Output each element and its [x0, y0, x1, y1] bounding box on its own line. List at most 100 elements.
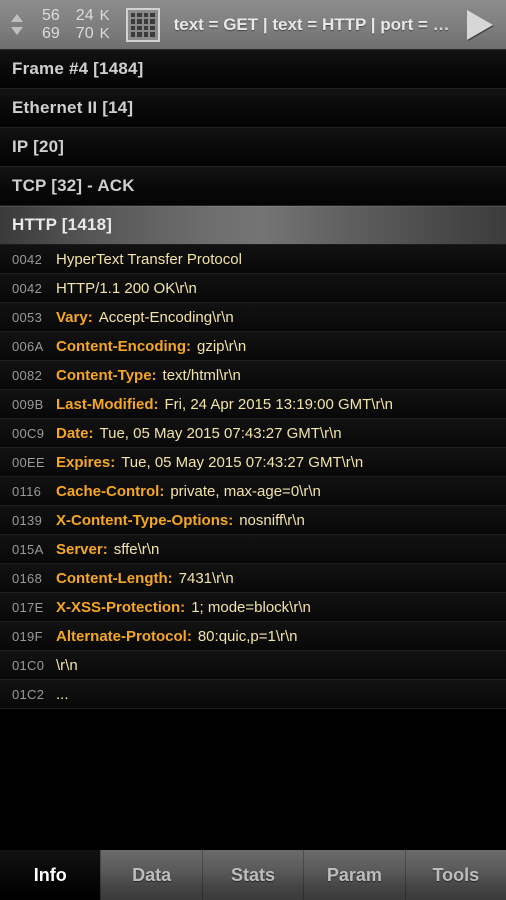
- protocol-section-ethernet[interactable]: Ethernet II [14]: [0, 89, 506, 128]
- protocol-section-ip[interactable]: IP [20]: [0, 128, 506, 167]
- row-offset: 0168: [12, 570, 43, 586]
- protocol-section-label: HTTP [1418]: [12, 215, 113, 234]
- filter-expression[interactable]: text = GET | text = HTTP | port = …: [174, 15, 454, 35]
- detail-row[interactable]: 00C9 Date: Tue, 05 May 2015 07:43:27 GMT\…: [0, 419, 506, 448]
- tab-label: Stats: [231, 864, 276, 885]
- bytes-current: 24: [75, 6, 94, 24]
- detail-row[interactable]: 0042 HTTP/1.1 200 OK\r\n: [0, 274, 506, 303]
- row-value: HTTP/1.1 200 OK\r\n: [56, 279, 197, 297]
- detail-row[interactable]: 006A Content-Encoding: gzip\r\n: [0, 332, 506, 361]
- row-header-value: Tue, 05 May 2015 07:43:27 GMT\r\n: [99, 424, 342, 442]
- protocol-section-label: Frame #4 [1484]: [12, 59, 144, 78]
- tab-label: Param: [326, 864, 382, 885]
- packet-counter: 56 69: [42, 7, 60, 43]
- detail-row[interactable]: 015A Server: sffe\r\n: [0, 535, 506, 564]
- packet-total: 69: [42, 24, 60, 42]
- row-header-name: Vary:: [56, 308, 93, 326]
- row-header-value: 80:quic,p=1\r\n: [197, 627, 298, 645]
- row-offset: 019F: [12, 628, 43, 644]
- detail-row[interactable]: 0053 Vary: Accept-Encoding\r\n: [0, 303, 506, 332]
- row-value: ...: [56, 685, 69, 703]
- tab-label: Info: [33, 864, 67, 885]
- row-offset: 017E: [12, 599, 44, 615]
- protocol-section-label: IP [20]: [12, 137, 65, 156]
- row-offset: 0042: [12, 251, 43, 267]
- triangle-up-icon[interactable]: [11, 14, 23, 22]
- row-offset: 0082: [12, 367, 43, 383]
- protocol-section-label: Ethernet II [14]: [12, 98, 134, 117]
- protocol-section-frame[interactable]: Frame #4 [1484]: [0, 50, 506, 89]
- bytes-total-unit: K: [99, 24, 110, 42]
- row-header-value: 7431\r\n: [178, 569, 234, 587]
- byte-counter: 24 K 70 K: [76, 7, 112, 43]
- row-header-value: text/html\r\n: [162, 366, 241, 384]
- detail-row[interactable]: 0116 Cache-Control: private, max-age=0\r\…: [0, 477, 506, 506]
- row-header-name: Server:: [56, 540, 108, 558]
- top-toolbar: 56 69 24 K 70 K text = GET | text = HTTP…: [0, 0, 506, 50]
- play-button[interactable]: [454, 0, 506, 50]
- row-header-value: nosniff\r\n: [239, 511, 305, 529]
- capture-counters: 56 69 24 K 70 K: [42, 7, 112, 43]
- protocol-section-label: TCP [32] - ACK: [12, 176, 135, 195]
- tab-param[interactable]: Param: [303, 850, 405, 900]
- row-offset: 0053: [12, 309, 43, 325]
- detail-row[interactable]: 01C0 \r\n: [0, 651, 506, 680]
- row-offset: 00C9: [12, 425, 45, 441]
- scroll-nav-arrows[interactable]: [0, 0, 34, 50]
- triangle-down-icon[interactable]: [11, 27, 23, 35]
- bytes-current-unit: K: [99, 6, 110, 24]
- detail-row[interactable]: 009B Last-Modified: Fri, 24 Apr 2015 13:1…: [0, 390, 506, 419]
- row-header-value: sffe\r\n: [113, 540, 160, 558]
- row-header-value: Accept-Encoding\r\n: [98, 308, 234, 326]
- tab-info[interactable]: Info: [0, 850, 101, 900]
- row-header-name: Last-Modified:: [56, 395, 159, 413]
- bytes-total: 70: [75, 24, 94, 42]
- detail-row[interactable]: 01C2 ...: [0, 680, 506, 709]
- row-header-name: Content-Length:: [56, 569, 173, 587]
- row-header-name: Content-Encoding:: [56, 337, 191, 355]
- row-header-value: Tue, 05 May 2015 07:43:27 GMT\r\n: [121, 453, 364, 471]
- row-header-name: Content-Type:: [56, 366, 157, 384]
- row-value: \r\n: [56, 656, 78, 674]
- row-offset: 009B: [12, 396, 44, 412]
- row-header-value: 1; mode=block\r\n: [191, 598, 311, 616]
- detail-row[interactable]: 0139 X-Content-Type-Options: nosniff\r\n: [0, 506, 506, 535]
- detail-row[interactable]: 0042 HyperText Transfer Protocol: [0, 245, 506, 274]
- detail-row[interactable]: 0082 Content-Type: text/html\r\n: [0, 361, 506, 390]
- grid-icon[interactable]: [125, 7, 160, 42]
- play-icon: [467, 9, 493, 40]
- row-offset: 006A: [12, 338, 44, 354]
- row-offset: 0042: [12, 280, 43, 296]
- tab-data[interactable]: Data: [100, 850, 202, 900]
- detail-row[interactable]: 017E X-XSS-Protection: 1; mode=block\r\n: [0, 593, 506, 622]
- detail-row[interactable]: 019F Alternate-Protocol: 80:quic,p=1\r\n: [0, 622, 506, 651]
- row-offset: 01C0: [12, 657, 45, 673]
- row-offset: 00EE: [12, 454, 46, 470]
- protocol-section-tcp[interactable]: TCP [32] - ACK: [0, 167, 506, 206]
- row-header-value: Fri, 24 Apr 2015 13:19:00 GMT\r\n: [164, 395, 393, 413]
- row-offset: 0139: [12, 512, 43, 528]
- filter-expression-text: text = GET | text = HTTP | port =: [173, 14, 433, 34]
- http-detail-list[interactable]: 0042 HyperText Transfer Protocol 0042 HT…: [0, 245, 506, 850]
- detail-row[interactable]: 0168 Content-Length: 7431\r\n: [0, 564, 506, 593]
- row-offset: 01C2: [12, 686, 45, 702]
- protocol-section-list: Frame #4 [1484] Ethernet II [14] IP [20]…: [0, 50, 506, 245]
- row-header-value: private, max-age=0\r\n: [170, 482, 321, 500]
- packet-current: 56: [42, 6, 60, 24]
- row-header-value: gzip\r\n: [196, 337, 247, 355]
- tab-tools[interactable]: Tools: [404, 850, 506, 900]
- protocol-section-http[interactable]: HTTP [1418]: [0, 206, 506, 245]
- row-offset: 015A: [12, 541, 44, 557]
- detail-row[interactable]: 00EE Expires: Tue, 05 May 2015 07:43:27 G…: [0, 448, 506, 477]
- row-header-name: Expires:: [56, 453, 116, 471]
- filter-ellipsis: …: [432, 14, 451, 34]
- row-value: HyperText Transfer Protocol: [56, 250, 242, 268]
- tab-label: Data: [132, 864, 172, 885]
- row-header-name: Cache-Control:: [56, 482, 165, 500]
- bottom-tab-bar: Info Data Stats Param Tools: [0, 850, 506, 900]
- row-header-name: X-Content-Type-Options:: [56, 511, 234, 529]
- row-header-name: Date:: [56, 424, 94, 442]
- tab-stats[interactable]: Stats: [201, 850, 304, 900]
- row-offset: 0116: [12, 483, 42, 499]
- row-header-name: X-XSS-Protection:: [56, 598, 186, 616]
